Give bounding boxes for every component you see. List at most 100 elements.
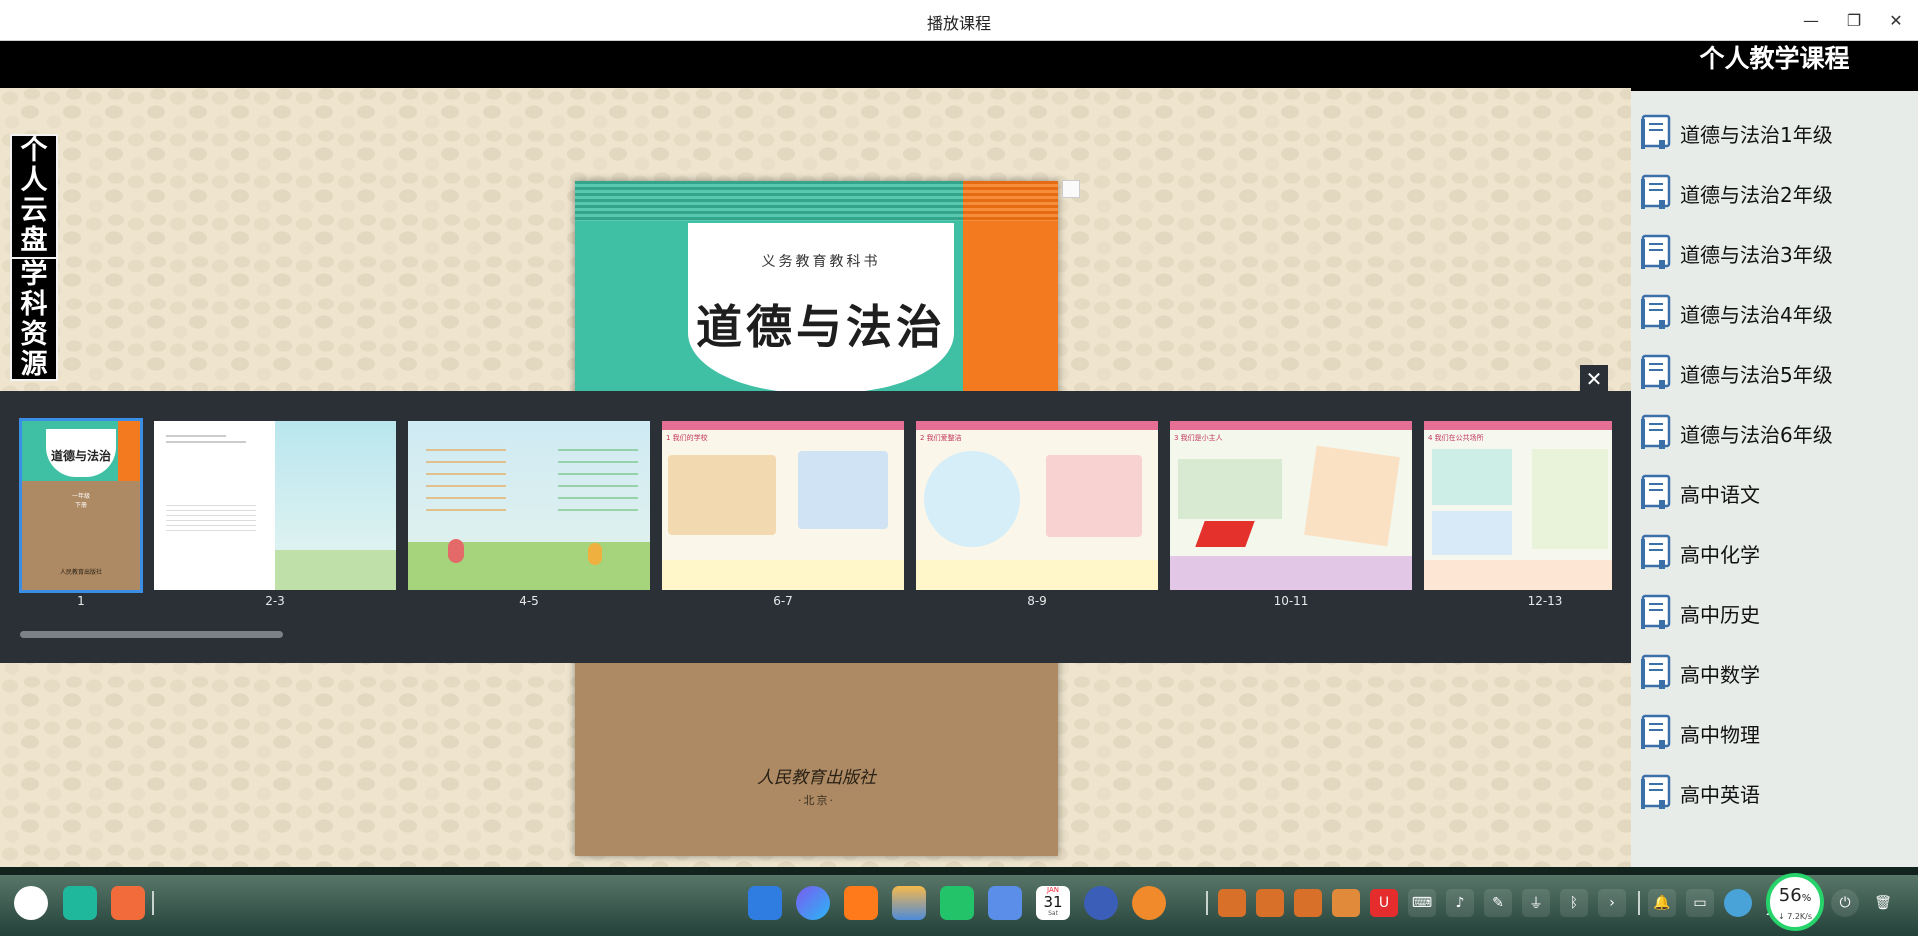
book-icon: [1641, 174, 1671, 209]
mini-cover-pub: 人民教育出版社: [59, 569, 102, 576]
cover-city: ·北京·: [798, 794, 835, 807]
bluetooth-icon[interactable]: ᛒ: [1560, 889, 1588, 917]
spread-title: 1 我们的学校: [666, 434, 708, 442]
pen-icon[interactable]: ✎: [1484, 889, 1512, 917]
tag-char: 科: [20, 289, 48, 320]
course-item[interactable]: 高中英语: [1639, 770, 1914, 814]
tray-app-icon[interactable]: [1294, 889, 1322, 917]
browser-icon[interactable]: [796, 886, 830, 920]
course-label: 道德与法治4年级: [1680, 303, 1833, 327]
course-label: 道德与法治2年级: [1680, 183, 1833, 207]
app-store-icon[interactable]: [844, 886, 878, 920]
course-item[interactable]: 高中语文: [1639, 470, 1914, 514]
tray-app-icon[interactable]: [1256, 889, 1284, 917]
tag-char: 云: [20, 195, 48, 226]
course-label: 高中英语: [1680, 783, 1760, 807]
tray-cloud-icon[interactable]: [1332, 889, 1360, 917]
course-item[interactable]: 道德与法治6年级: [1639, 410, 1914, 454]
book-icon: [1641, 654, 1671, 689]
book-icon: [1641, 534, 1671, 569]
calendar-icon[interactable]: JAN 31 Sat: [1036, 886, 1070, 920]
thumbnail-page-6-7[interactable]: 1 我们的学校: [662, 421, 904, 590]
close-thumbnails-button[interactable]: ✕: [1580, 365, 1608, 393]
book-icon: [1641, 714, 1671, 749]
course-item[interactable]: 高中数学: [1639, 650, 1914, 694]
sidebar-header: 个人教学课程: [1631, 41, 1918, 91]
page-corner-icon[interactable]: [1062, 180, 1080, 198]
thumbnail-page-10-11[interactable]: 3 我们是小主人: [1170, 421, 1412, 590]
tray-app-icon[interactable]: [1218, 889, 1246, 917]
course-item[interactable]: 道德与法治4年级: [1639, 290, 1914, 334]
trash-icon[interactable]: 🗑: [1869, 889, 1897, 917]
course-label: 道德与法治6年级: [1680, 423, 1833, 447]
course-label: 高中化学: [1680, 543, 1760, 567]
image-viewer-icon[interactable]: [892, 886, 926, 920]
settings-icon[interactable]: [1084, 886, 1118, 920]
mini-cover-title: 道德与法治: [50, 449, 111, 463]
course-label: 高中物理: [1680, 723, 1760, 747]
expand-tray-icon[interactable]: ›: [1598, 889, 1626, 917]
thumbnail-label: 4-5: [519, 594, 539, 608]
thumbnail-page-1[interactable]: 道德与法治 一年级 下册 人民教育出版社: [19, 418, 143, 593]
thumbnail-label: 6-7: [773, 594, 793, 608]
apps-grid-icon[interactable]: [111, 886, 145, 920]
course-item[interactable]: 道德与法治5年级: [1639, 350, 1914, 394]
course-item[interactable]: 高中历史: [1639, 590, 1914, 634]
minimize-button[interactable]: —: [1799, 8, 1823, 32]
taskbar-divider: [1638, 891, 1640, 915]
notification-bell-icon[interactable]: 🔔: [1648, 889, 1676, 917]
course-label: 道德与法治1年级: [1680, 123, 1833, 147]
tray-magnet-icon[interactable]: U: [1370, 889, 1398, 917]
thumbnail-label: 2-3: [265, 594, 285, 608]
course-sidebar: 个人教学课程 道德与法治1年级 道德与法治2年级 道德与法治3年级 道德与法治4年级道…: [1631, 41, 1918, 867]
multitask-icon[interactable]: [63, 886, 97, 920]
course-item[interactable]: 高中物理: [1639, 710, 1914, 754]
screen-icon[interactable]: ▭: [1686, 889, 1714, 917]
cover-title-card: 义务教育教科书 道德与法治: [688, 223, 954, 393]
spread-title: 3 我们是小主人: [1174, 434, 1223, 442]
taskbar-top-strip: [0, 867, 1918, 875]
cloud-app-icon[interactable]: [1132, 886, 1166, 920]
taskbar-divider: [1206, 891, 1208, 915]
power-icon[interactable]: ⏻: [1831, 889, 1859, 917]
course-label: 高中历史: [1680, 603, 1760, 627]
cloud-resource-tag[interactable]: 个 人 云 盘 学 科 资 源: [10, 134, 58, 381]
usb-icon[interactable]: ⏚: [1522, 889, 1550, 917]
music-icon[interactable]: [940, 886, 974, 920]
contacts-icon[interactable]: [988, 886, 1022, 920]
top-black-bar: [0, 41, 1631, 88]
tag-char: 资: [20, 319, 48, 350]
sidebar-title: 个人教学课程: [1699, 44, 1850, 73]
mini-cover-grade: 一年级: [71, 493, 90, 500]
book-icon: [1641, 774, 1671, 809]
tag-char: 人: [20, 165, 48, 196]
course-label: 道德与法治5年级: [1680, 363, 1833, 387]
thumbnail-page-4-5[interactable]: [408, 421, 650, 590]
thumbnail-page-12-13[interactable]: 4 我们在公共场所: [1424, 421, 1612, 590]
book-icon: [1641, 594, 1671, 629]
thumbnail-page-2-3[interactable]: [154, 421, 396, 590]
thumbnail-label: 10-11: [1273, 594, 1309, 608]
book-icon: [1641, 354, 1671, 389]
thumbnail-strip: 道德与法治 一年级 下册 人民教育出版社 1 我们的学校 2 我们爱整洁 3 我…: [0, 391, 1631, 663]
window-title: 播放课程: [926, 14, 991, 33]
course-label: 道德与法治3年级: [1680, 243, 1833, 267]
file-manager-icon[interactable]: [748, 886, 782, 920]
volume-icon[interactable]: ♪: [1446, 889, 1474, 917]
course-item[interactable]: 道德与法治3年级: [1639, 230, 1914, 274]
book-icon: [1641, 294, 1671, 329]
cover-orange-band: [963, 181, 1058, 391]
restore-button[interactable]: ❐: [1842, 8, 1866, 32]
close-window-button[interactable]: ✕: [1884, 8, 1908, 32]
course-item[interactable]: 高中化学: [1639, 530, 1914, 574]
performance-gauge[interactable]: 56% ↓ 7.2K/s: [1766, 873, 1824, 931]
keyboard-icon[interactable]: ⌨: [1408, 889, 1436, 917]
network-icon[interactable]: [1724, 889, 1752, 917]
thumbnail-scrollbar[interactable]: [20, 631, 283, 638]
tag-char: 个: [20, 135, 48, 166]
course-item[interactable]: 道德与法治1年级: [1639, 110, 1914, 154]
thumbnail-page-8-9[interactable]: 2 我们爱整洁: [916, 421, 1158, 590]
launcher-icon[interactable]: [14, 886, 48, 920]
tag-char: 源: [20, 349, 48, 380]
course-item[interactable]: 道德与法治2年级: [1639, 170, 1914, 214]
